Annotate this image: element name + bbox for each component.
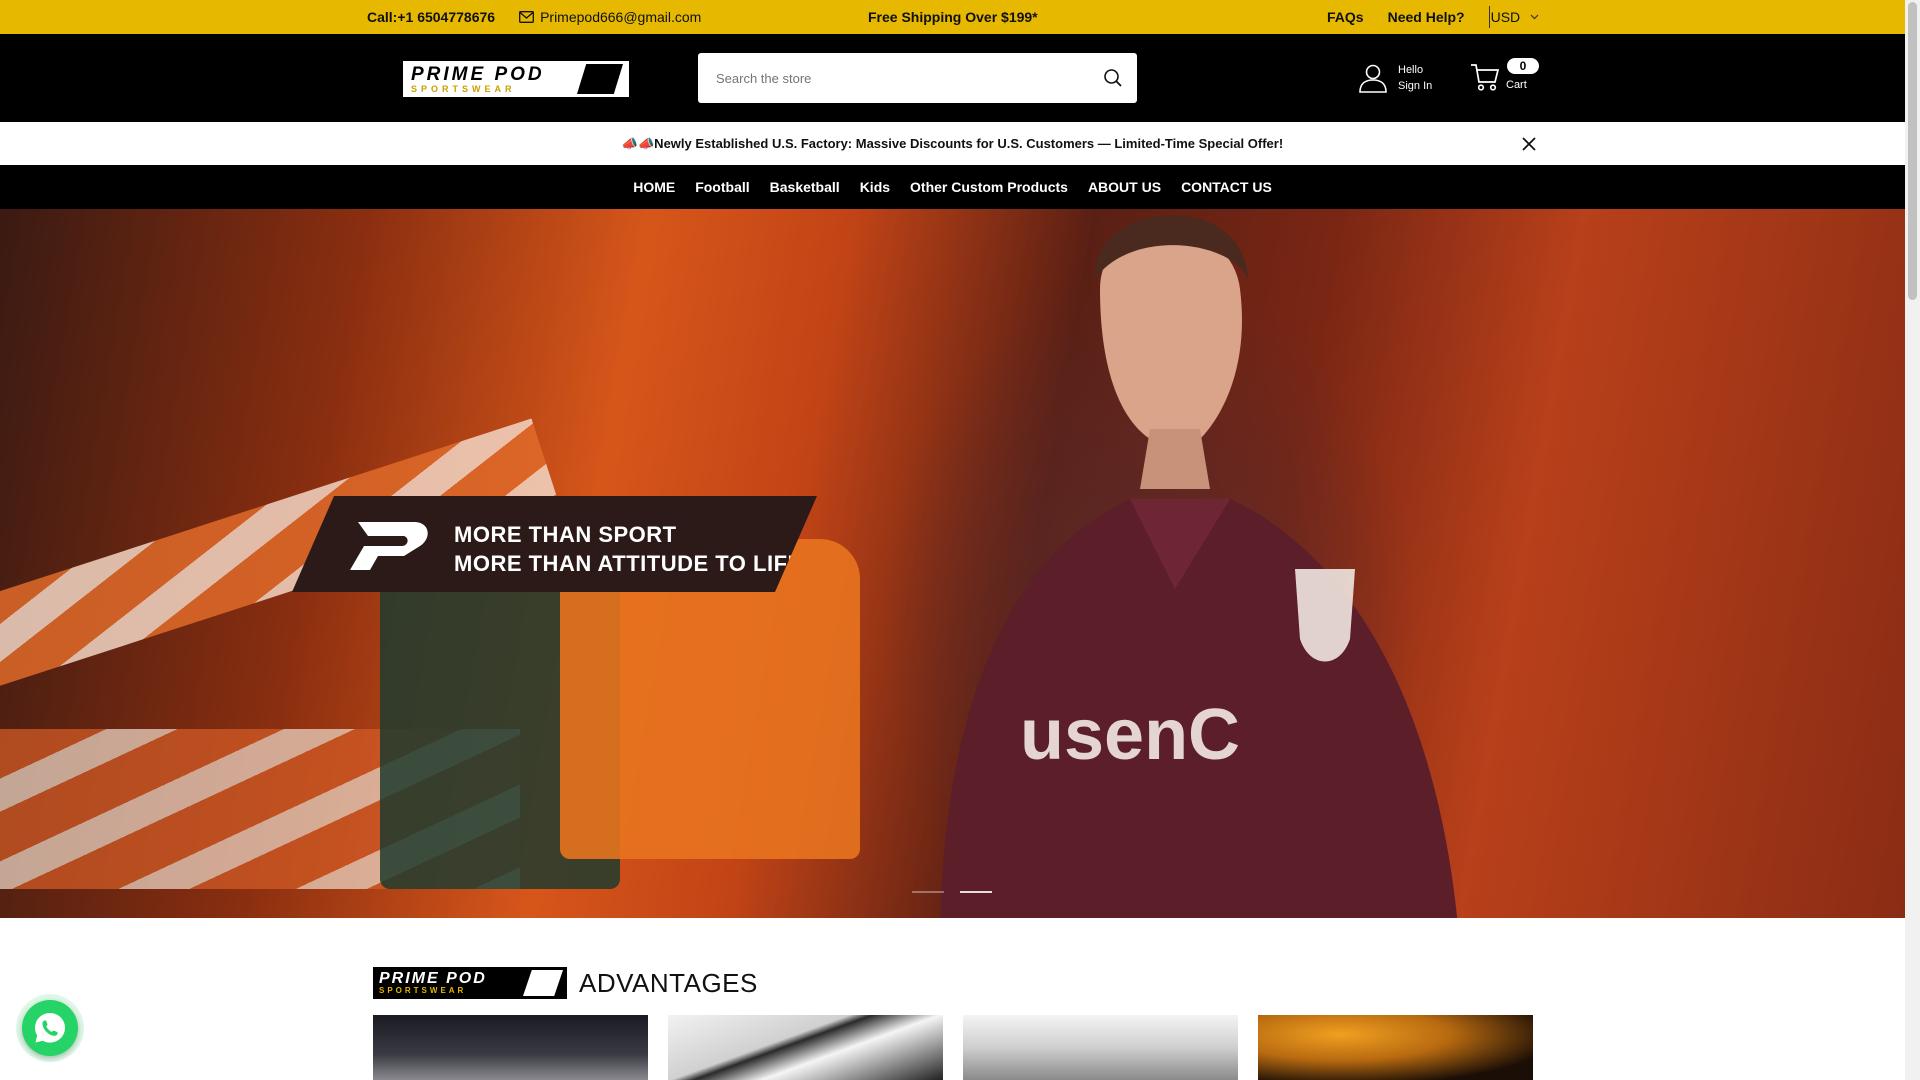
hero-tagline-1: MORE THAN SPORT bbox=[454, 522, 677, 547]
shipping-notice: Free Shipping Over $199* bbox=[868, 9, 1038, 25]
mail-icon bbox=[519, 11, 535, 23]
whatsapp-button[interactable] bbox=[22, 1000, 78, 1056]
advantage-card-image[interactable] bbox=[1258, 1015, 1533, 1080]
email-link[interactable]: Primepod666@gmail.com bbox=[519, 9, 701, 25]
announcement-text: 📣📣Newly Established U.S. Factory: Massiv… bbox=[621, 135, 1284, 151]
account-signin: Sign In bbox=[1398, 80, 1433, 92]
close-icon[interactable] bbox=[1520, 135, 1538, 153]
main-navigation: HOME Football Basketball Kids Other Cust… bbox=[0, 165, 1905, 209]
logo-text: PRIME POD bbox=[411, 63, 545, 85]
cart-label: Cart bbox=[1506, 79, 1527, 91]
currency-selector[interactable]: USD bbox=[1488, 6, 1540, 28]
search-input[interactable] bbox=[716, 70, 1076, 86]
search-icon[interactable] bbox=[1103, 68, 1123, 88]
email-text: Primepod666@gmail.com bbox=[540, 9, 702, 25]
account-link[interactable]: Hello Sign In bbox=[1358, 62, 1432, 94]
nav-item-contact-us[interactable]: CONTACT US bbox=[1171, 179, 1282, 195]
slide-dot-1[interactable] bbox=[912, 891, 944, 893]
advantages-heading: PRIME POD SPORTSWEAR ADVANTAGES bbox=[373, 967, 758, 999]
nav-item-other-custom-products[interactable]: Other Custom Products bbox=[900, 179, 1078, 195]
advantage-card-image[interactable] bbox=[963, 1015, 1238, 1080]
advantages-logo-subtext: SPORTSWEAR bbox=[379, 986, 467, 995]
cart-link[interactable]: 0 Cart bbox=[1470, 58, 1539, 92]
scrollbar-thumb[interactable] bbox=[1908, 2, 1917, 300]
user-icon bbox=[1359, 64, 1387, 93]
nav-item-about-us[interactable]: ABOUT US bbox=[1078, 179, 1171, 195]
advantages-title: ADVANTAGES bbox=[579, 967, 758, 998]
nav-item-basketball[interactable]: Basketball bbox=[760, 179, 850, 195]
hero-tagline-2: MORE THAN ATTITUDE TO LIFE bbox=[454, 551, 803, 576]
need-help-link[interactable]: Need Help? bbox=[1388, 9, 1465, 25]
chevron-down-icon bbox=[1530, 14, 1539, 20]
hero-player-image: usenC bbox=[940, 215, 1458, 918]
advantages-cards bbox=[373, 1015, 1533, 1080]
advantage-card-image[interactable] bbox=[373, 1015, 648, 1080]
slide-indicators bbox=[912, 891, 992, 893]
nav-item-football[interactable]: Football bbox=[685, 179, 759, 195]
advantage-card-image[interactable] bbox=[668, 1015, 943, 1080]
top-links: FAQs Need Help? USD bbox=[1327, 0, 1539, 34]
whatsapp-icon bbox=[35, 1013, 65, 1043]
svg-text:usenC: usenC bbox=[1020, 695, 1240, 775]
currency-value: USD bbox=[1490, 9, 1521, 25]
nav-item-kids[interactable]: Kids bbox=[850, 179, 900, 195]
site-logo[interactable]: PRIME POD SPORTSWEAR bbox=[403, 61, 629, 97]
search-bar bbox=[698, 53, 1137, 103]
site-header: PRIME POD SPORTSWEAR Hello Sign In 0 Car… bbox=[0, 34, 1905, 122]
announcement-bar: 📣📣Newly Established U.S. Factory: Massiv… bbox=[0, 122, 1905, 165]
logo-mark bbox=[577, 64, 623, 94]
brand-mark-icon bbox=[350, 522, 428, 570]
cart-count-badge: 0 bbox=[1507, 58, 1539, 74]
faqs-link[interactable]: FAQs bbox=[1327, 9, 1364, 25]
cart-icon bbox=[1471, 64, 1500, 91]
top-bar: Call:+1 6504778676 Primepod666@gmail.com… bbox=[0, 0, 1905, 34]
account-hello: Hello bbox=[1398, 64, 1424, 76]
slide-dot-2[interactable] bbox=[960, 891, 992, 893]
advantages-logo: PRIME POD SPORTSWEAR bbox=[373, 967, 567, 999]
phone-link[interactable]: Call:+1 6504778676 bbox=[367, 9, 495, 25]
hero-slideshow[interactable]: usenC MORE THAN SPORT MORE THAN ATTITUDE… bbox=[0, 209, 1905, 918]
nav-item-home[interactable]: HOME bbox=[623, 179, 685, 195]
advantages-logo-text: PRIME POD bbox=[379, 970, 487, 987]
logo-mark bbox=[523, 970, 563, 996]
contact-info: Call:+1 6504778676 Primepod666@gmail.com bbox=[367, 0, 701, 34]
hero-tagline-banner: MORE THAN SPORT MORE THAN ATTITUDE TO LI… bbox=[292, 496, 817, 592]
logo-subtext: SPORTSWEAR bbox=[411, 83, 516, 94]
page-scrollbar[interactable] bbox=[1905, 0, 1920, 1080]
